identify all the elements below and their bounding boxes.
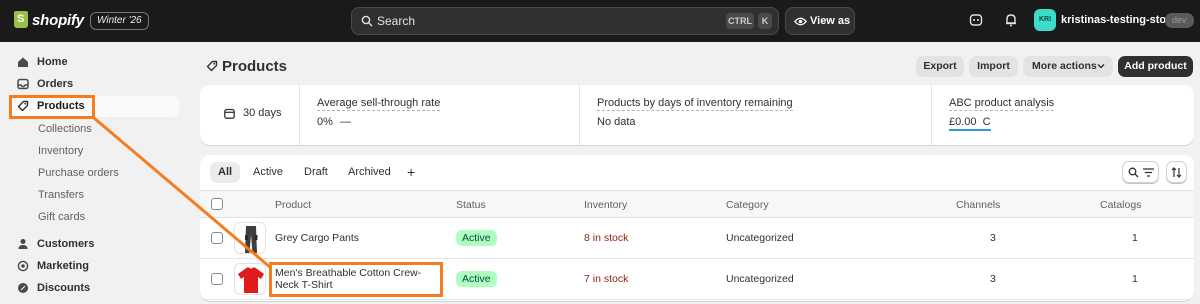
annotation-arrow <box>93 116 272 270</box>
products-highlight-box <box>9 95 95 119</box>
tshirt-highlight-box <box>269 262 443 297</box>
